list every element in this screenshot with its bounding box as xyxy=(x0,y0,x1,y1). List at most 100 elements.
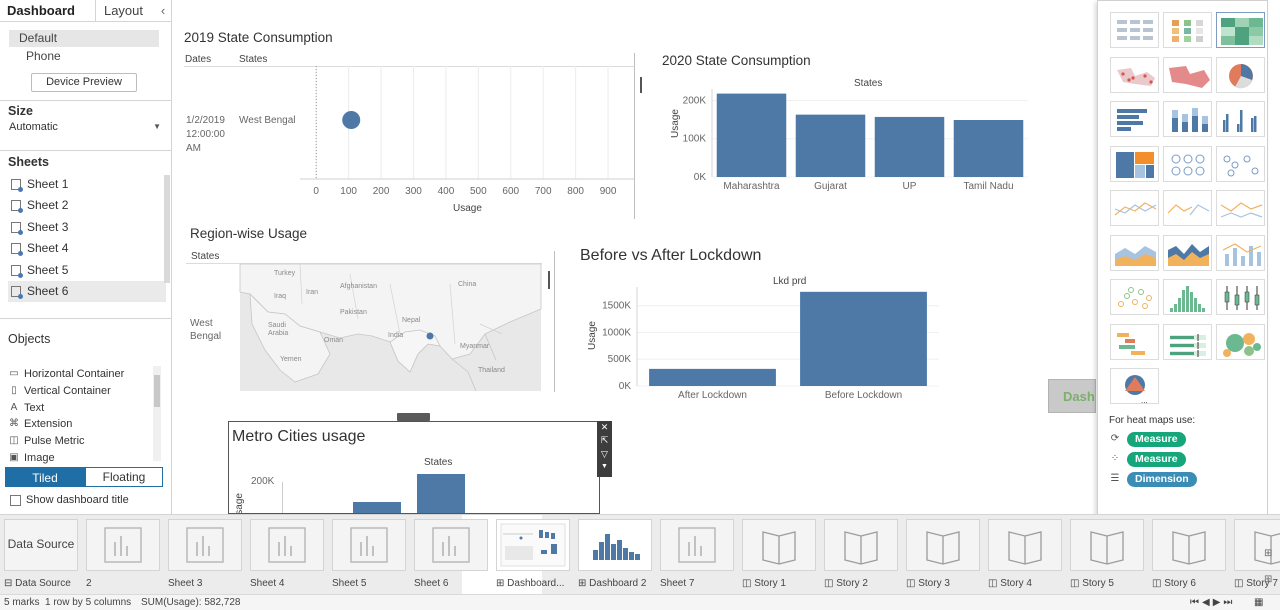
sheet-tab-thumbnail[interactable] xyxy=(86,519,160,571)
sheet-tab-thumbnail[interactable] xyxy=(332,519,406,571)
object-item[interactable]: A Text xyxy=(8,400,158,416)
sheet-tab-thumbnail[interactable] xyxy=(250,519,324,571)
dual-lines-icon[interactable] xyxy=(1216,190,1265,226)
region-map[interactable]: Turkey Iran Iraq Afghanistan Pakistan Ch… xyxy=(239,263,542,392)
side-by-side-bars-icon[interactable] xyxy=(1216,101,1265,137)
scatter-plot-icon[interactable] xyxy=(1110,279,1159,315)
bar[interactable] xyxy=(800,291,927,386)
sheet-tab-thumbnail[interactable]: Data Source xyxy=(4,519,78,571)
bar[interactable] xyxy=(953,119,1024,177)
pie-chart-icon[interactable] xyxy=(1216,56,1265,93)
sheet-tab-label[interactable]: ◫ Story 2 xyxy=(824,578,868,589)
sheet-tab-label[interactable]: ⊟ Data Source xyxy=(4,578,71,589)
packed-bubbles-icon[interactable] xyxy=(1216,323,1265,360)
scatter-point[interactable] xyxy=(342,111,361,129)
tab-navigation-icons[interactable]: ⏮◀▶⏭ xyxy=(1190,597,1235,608)
sheet-tab-label[interactable]: ⊞ Dashboard 2 xyxy=(578,578,646,589)
bar[interactable] xyxy=(795,114,866,177)
view-scrollbar[interactable] xyxy=(640,77,642,93)
text-table-icon[interactable] xyxy=(1110,12,1159,48)
sheet-tab-label[interactable]: Sheet 4 xyxy=(250,578,284,589)
show-dashboard-title-checkbox[interactable]: Show dashboard title xyxy=(10,494,129,508)
object-item[interactable]: ▭ Horizontal Container xyxy=(8,366,158,382)
sheet-list-item[interactable]: Sheet 2 xyxy=(8,195,166,216)
object-item[interactable]: ◫ Pulse Metric xyxy=(8,433,158,449)
sheet-tab-thumbnail[interactable] xyxy=(496,519,570,571)
sheet-tab-label[interactable]: ⊞ Dashboard... xyxy=(496,578,564,589)
device-preview-button[interactable]: Device Preview xyxy=(31,73,137,92)
highlight-table-icon[interactable] xyxy=(1216,12,1265,48)
bar[interactable] xyxy=(649,368,776,386)
lines-discrete-icon[interactable] xyxy=(1163,190,1212,226)
view-scrollbar[interactable] xyxy=(548,271,550,289)
filter-icon[interactable]: ▽ xyxy=(597,449,612,460)
sheet-tab-thumbnail[interactable] xyxy=(988,519,1062,571)
heat-map-icon[interactable] xyxy=(1163,12,1212,48)
bullet-graph-icon[interactable] xyxy=(1163,323,1212,360)
sheet-tab-thumbnail[interactable] xyxy=(906,519,980,571)
map-point-west-bengal[interactable] xyxy=(426,332,434,340)
stacked-bars-icon[interactable] xyxy=(1163,101,1212,137)
sheet-list-item[interactable]: Sheet 4 xyxy=(8,238,166,259)
area-discrete-icon[interactable] xyxy=(1163,234,1212,271)
sheet-tab-label[interactable]: Sheet 3 xyxy=(168,578,202,589)
chevron-left-icon[interactable]: ‹ xyxy=(156,0,170,22)
circle-view-icon[interactable] xyxy=(1163,145,1212,182)
sheet-tab-thumbnail[interactable] xyxy=(1234,519,1280,571)
sheet-tab-label[interactable]: 2 xyxy=(86,578,92,589)
bar[interactable] xyxy=(874,116,945,177)
more-options-icon[interactable]: ▼ xyxy=(597,463,612,470)
sheet-tab-thumbnail[interactable] xyxy=(414,519,488,571)
side-by-side-circles-icon[interactable] xyxy=(1216,145,1265,182)
gantt-chart-icon[interactable] xyxy=(1110,323,1159,360)
tiled-toggle[interactable]: Tiled xyxy=(5,467,85,487)
sheet-list-item[interactable]: Sheet 3 xyxy=(8,217,166,238)
new-dashboard-icon[interactable]: ⊞ xyxy=(1264,574,1272,585)
lines-continuous-icon[interactable] xyxy=(1110,190,1159,226)
sheets-scrollbar[interactable] xyxy=(164,175,170,283)
tab-layout[interactable]: Layout xyxy=(95,0,151,22)
bar[interactable] xyxy=(716,93,787,177)
floating-toggle[interactable]: Floating xyxy=(85,467,163,487)
close-icon[interactable]: ✕ xyxy=(597,422,612,433)
tab-dashboard[interactable]: Dashboard xyxy=(0,0,82,22)
new-sheet-icon[interactable]: ⊞ xyxy=(1264,548,1272,559)
sheet-tab-thumbnail[interactable] xyxy=(742,519,816,571)
sheet-tab-label[interactable]: ◫ Story 4 xyxy=(988,578,1032,589)
grid-view-icon[interactable]: ▦ xyxy=(1254,597,1263,608)
object-item[interactable]: ⌘ Extension xyxy=(8,416,158,432)
sheet-tab-label[interactable]: Sheet 6 xyxy=(414,578,448,589)
sheet-tab-label[interactable]: ◫ Story 1 xyxy=(742,578,786,589)
device-default[interactable]: Default xyxy=(9,30,159,47)
sheet-tab-label[interactable]: ◫ Story 5 xyxy=(1070,578,1114,589)
dual-combination-icon[interactable] xyxy=(1216,234,1265,271)
device-phone[interactable]: Phone xyxy=(9,48,159,65)
sheet-tab-thumbnail[interactable] xyxy=(578,519,652,571)
sheet-tab-thumbnail[interactable] xyxy=(660,519,734,571)
box-and-whisker-icon[interactable] xyxy=(1216,279,1265,315)
metro-cities-view[interactable]: Metro Cities usage States 200K Usage xyxy=(228,421,600,514)
map-more-icon[interactable]: ... xyxy=(1110,368,1159,405)
sheet-tab-thumbnail[interactable] xyxy=(824,519,898,571)
sheet-tab-label[interactable]: ◫ Story 6 xyxy=(1152,578,1196,589)
sheet-tab-label[interactable]: Sheet 7 xyxy=(660,578,694,589)
move-handle[interactable] xyxy=(397,413,430,421)
sheet-tab-label[interactable]: Sheet 5 xyxy=(332,578,366,589)
object-item[interactable]: ▣ Image xyxy=(8,450,158,466)
bar[interactable] xyxy=(417,474,465,513)
objects-scrollbar[interactable] xyxy=(153,366,161,461)
sheet-tab-thumbnail[interactable] xyxy=(1152,519,1226,571)
symbol-map-icon[interactable] xyxy=(1110,56,1159,93)
sheet-tab-label[interactable]: ◫ Story 3 xyxy=(906,578,950,589)
sheet-list-item[interactable]: Sheet 1 xyxy=(8,174,166,195)
bar[interactable] xyxy=(353,502,401,513)
horizontal-bars-icon[interactable] xyxy=(1110,101,1159,137)
treemap-icon[interactable] xyxy=(1110,145,1159,182)
object-item[interactable]: ▯ Vertical Container xyxy=(8,383,158,399)
open-sheet-icon[interactable]: ⇱ xyxy=(597,435,612,446)
sheet-list-item[interactable]: Sheet 6 xyxy=(8,281,166,302)
area-continuous-icon[interactable] xyxy=(1110,234,1159,271)
histogram-icon[interactable] xyxy=(1163,279,1212,315)
dashboard-button[interactable]: Dash xyxy=(1048,379,1096,413)
filled-map-icon[interactable] xyxy=(1163,56,1212,93)
